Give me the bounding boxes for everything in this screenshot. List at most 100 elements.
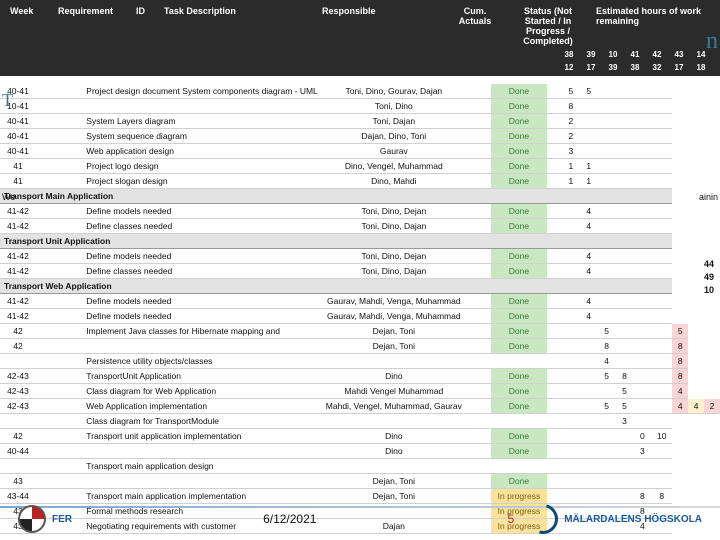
cell: Dino, Vengel, Muhammad xyxy=(322,159,466,174)
table-header: Week Requirement ID Task Description Res… xyxy=(0,0,720,50)
cell: Class diagram for TransportModule xyxy=(82,414,322,429)
cell xyxy=(651,159,672,174)
status-cell: Done xyxy=(491,204,547,219)
cell xyxy=(547,339,562,354)
cell xyxy=(68,249,83,264)
cell xyxy=(466,369,491,384)
cell xyxy=(68,114,83,129)
cell xyxy=(36,354,68,369)
table-row: 40-44DinoDone3 xyxy=(0,444,720,459)
cell xyxy=(547,354,562,369)
cell: TransportUnit Application xyxy=(82,369,322,384)
cell: Transport unit application implementatio… xyxy=(82,429,322,444)
cell: 4 xyxy=(580,264,598,279)
cell xyxy=(322,354,466,369)
week-num: 39 xyxy=(580,50,602,59)
cell: 41-42 xyxy=(0,219,36,234)
fer-label: FER xyxy=(52,514,72,525)
cell xyxy=(36,339,68,354)
cell xyxy=(36,429,68,444)
cell xyxy=(580,459,598,474)
cell xyxy=(580,489,598,504)
cell xyxy=(651,204,672,219)
table-row: 10-41Toni, DinoDone8 xyxy=(0,99,720,114)
footer: FER 6/12/2021 5 MÄLARDALENS HÖGSKOLA xyxy=(0,504,720,534)
cell xyxy=(36,324,68,339)
table-row: 42-43TransportUnit ApplicationDinoDone58… xyxy=(0,369,720,384)
cell: Toni, Dino, Dejan xyxy=(322,249,466,264)
table-row: 43-44Transport main application implemen… xyxy=(0,489,720,504)
status-cell: Done xyxy=(491,309,547,324)
cell xyxy=(633,384,651,399)
cell xyxy=(580,144,598,159)
cell: Define classes needed xyxy=(82,219,322,234)
cell: 5 xyxy=(616,384,634,399)
col-estimated: Estimated hours of work remaining xyxy=(592,4,714,28)
cell xyxy=(651,354,672,369)
cell: Gaurav, Mahdi, Venga, Muhammad xyxy=(322,294,466,309)
cell: 5 xyxy=(598,369,616,384)
cell xyxy=(0,414,36,429)
table-row: 42Dejan, ToniDone88 xyxy=(0,339,720,354)
status-cell: Done xyxy=(491,474,547,489)
cell xyxy=(633,339,651,354)
cell: 1 xyxy=(562,174,580,189)
cell: Transport main application implementatio… xyxy=(82,489,322,504)
side-cell: 5 xyxy=(672,324,688,339)
cell xyxy=(547,324,562,339)
table-row: 41-42Define classes neededToni, Dino, Da… xyxy=(0,264,720,279)
cell xyxy=(633,84,651,99)
cell: Dino xyxy=(322,369,466,384)
cell: 5 xyxy=(598,324,616,339)
week-num: 43 xyxy=(668,50,690,59)
cell xyxy=(633,354,651,369)
cell xyxy=(616,294,634,309)
cell xyxy=(466,84,491,99)
side-cell: 8 xyxy=(672,339,688,354)
cell xyxy=(68,354,83,369)
cell xyxy=(562,399,580,414)
cell xyxy=(651,114,672,129)
cell xyxy=(598,429,616,444)
cell xyxy=(68,219,83,234)
cell: 4 xyxy=(580,309,598,324)
cell xyxy=(466,399,491,414)
cell: System sequence diagram xyxy=(82,129,322,144)
cell xyxy=(633,114,651,129)
cell xyxy=(547,444,562,459)
section-title: Transport Main Application xyxy=(0,189,672,204)
section-header: Transport Unit Application xyxy=(0,234,720,249)
cell: 5 xyxy=(580,84,598,99)
cell xyxy=(580,399,598,414)
cell xyxy=(651,474,672,489)
cell: Define classes needed xyxy=(82,264,322,279)
cell: Project slogan design xyxy=(82,174,322,189)
cell xyxy=(547,384,562,399)
cell xyxy=(562,264,580,279)
cell: Define models needed xyxy=(82,249,322,264)
cutoff-letter-t: T xyxy=(2,90,13,111)
cell xyxy=(562,444,580,459)
cell xyxy=(616,309,634,324)
cell: System Layers diagram xyxy=(82,114,322,129)
cell xyxy=(562,339,580,354)
cell xyxy=(598,114,616,129)
status-cell xyxy=(491,354,547,369)
cell: Toni, Dajan xyxy=(322,114,466,129)
week-num: 38 xyxy=(624,63,646,72)
cell xyxy=(580,429,598,444)
cell: Toni, Dino, Dejan xyxy=(322,204,466,219)
status-cell: Done xyxy=(491,324,547,339)
cell xyxy=(562,459,580,474)
cell xyxy=(466,459,491,474)
table-row: Persistence utility objects/classes48 xyxy=(0,354,720,369)
col-status: Status (Not Started / In Progress / Comp… xyxy=(504,4,592,48)
status-cell: Done xyxy=(491,219,547,234)
cell: Persistence utility objects/classes xyxy=(82,354,322,369)
cell: Project logo design xyxy=(82,159,322,174)
cell xyxy=(36,114,68,129)
cell xyxy=(466,474,491,489)
cell: Project design document System component… xyxy=(82,84,322,99)
cell: 1 xyxy=(562,159,580,174)
cell xyxy=(466,144,491,159)
